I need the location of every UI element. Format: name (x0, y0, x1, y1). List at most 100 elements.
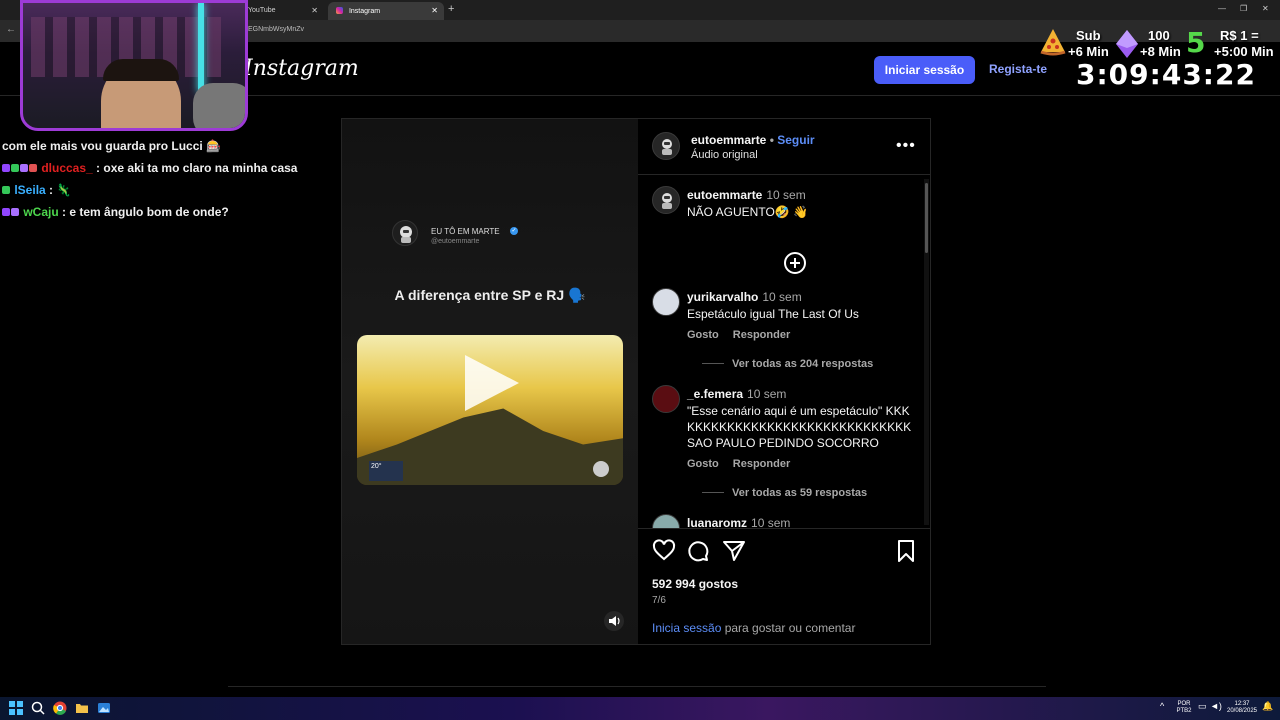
comment-time: 10 sem (747, 387, 787, 401)
badge-icon (2, 164, 10, 172)
eth-count: 100 (1148, 28, 1170, 43)
reply-button[interactable]: Responder (733, 458, 790, 470)
comment-header: eutoemmarte 10 sem (687, 188, 806, 202)
login-prompt-text: para gostar ou comentar (721, 621, 856, 635)
chrome-icon[interactable] (53, 701, 67, 715)
heart-icon[interactable] (652, 539, 676, 563)
comment-user[interactable]: luanaromz (687, 516, 747, 528)
view-replies-link[interactable]: Ver todas as 59 respostas (702, 487, 867, 499)
like-comment-button[interactable]: Gosto (687, 329, 719, 341)
avatar[interactable] (652, 132, 680, 160)
chat-text: 🦎 (56, 183, 72, 197)
comment-time: 10 sem (762, 290, 802, 304)
new-tab-button[interactable]: + (448, 3, 454, 15)
chat-user[interactable]: dluccas_ (41, 161, 92, 175)
view-replies-link[interactable]: Ver todas as 204 respostas (702, 358, 873, 370)
comment-user[interactable]: _e.femera (687, 387, 743, 401)
bookmark-icon[interactable] (894, 539, 918, 563)
avatar[interactable] (652, 186, 680, 214)
chat-user[interactable]: lSeila (14, 183, 45, 197)
badge-icon (11, 164, 19, 172)
chat-message: wCaju : e tem ângulo bom de onde? (2, 204, 332, 226)
maximize-icon[interactable]: ❐ (1240, 4, 1247, 13)
register-link[interactable]: Regista-te (989, 62, 1047, 76)
clock-time: 12:37 (1234, 701, 1250, 707)
photos-icon[interactable] (97, 701, 111, 715)
scrollbar-thumb[interactable] (925, 183, 928, 253)
badge-icon (2, 208, 10, 216)
login-link[interactable]: Inicia sessão (652, 621, 721, 635)
reply-button[interactable]: Responder (733, 329, 790, 341)
chat-message: dluccas_ : oxe aki ta mo claro na minha … (2, 160, 332, 182)
search-icon[interactable] (31, 701, 45, 715)
share-icon[interactable] (722, 539, 746, 563)
post-media[interactable]: EU TÔ EM MARTE ✓ @eutoemmarte A diferenç… (342, 119, 638, 644)
chat-user[interactable]: wCaju (23, 205, 58, 219)
money-time: +5:00 Min (1214, 44, 1274, 59)
globo-icon (593, 461, 609, 477)
comment-text: "Esse cenário aqui é um espetáculo" KKKK… (687, 404, 912, 450)
chat-text: e tem ângulo bom de onde? (69, 205, 229, 219)
clock-date: 20/08/2025 (1226, 708, 1258, 714)
clock[interactable]: 12:37 20/08/2025 (1224, 701, 1260, 715)
more-options-icon[interactable]: ••• (896, 137, 916, 155)
chat-separator: : (92, 161, 104, 175)
chevron-up-icon[interactable]: ^ (1160, 701, 1174, 715)
comment-time: 10 sem (751, 516, 791, 528)
instagram-logo[interactable]: Instagram (244, 56, 359, 81)
chat-message: lSeila : 🦎 (2, 182, 332, 204)
comment-user[interactable]: eutoemmarte (687, 188, 762, 202)
language-indicator[interactable]: POR PTB2 (1175, 701, 1193, 715)
video-player[interactable]: 20° (357, 335, 623, 485)
tab-instagram[interactable]: Instagram ✕ (328, 2, 444, 20)
tab-label: YouTube (248, 7, 276, 14)
screen: YouTube ✕ Instagram ✕ + — ❐ ✕ ← EGNmbWsy… (0, 0, 1280, 720)
plus-circle-icon[interactable] (784, 252, 806, 274)
tab-label: Instagram (348, 8, 381, 15)
subathon-timer: 3:09:43:22 (1076, 58, 1256, 91)
badge-icon (20, 164, 28, 172)
folder-icon[interactable] (75, 701, 89, 715)
avatar[interactable] (652, 385, 680, 413)
chat-text: oxe aki ta mo claro na minha casa (103, 161, 298, 175)
login-button[interactable]: Iniciar sessão (874, 56, 975, 84)
streamer-hair (103, 59, 179, 81)
weather-badge: 20° (369, 461, 403, 481)
comment-text: NÃO AGUENTO🤣 👋 (687, 205, 809, 219)
post-date: 7/6 (652, 595, 666, 606)
post-author[interactable]: eutoemmarte (691, 133, 766, 147)
avatar[interactable] (652, 288, 680, 316)
taskbar: ^ POR PTB2 ▭ ◄) 12:37 20/08/2025 🔔 (0, 697, 1280, 720)
comment-actions: Gosto Responder (687, 329, 804, 341)
post-sidebar: eutoemmarte • Seguir Áudio original ••• … (638, 119, 930, 644)
comment: yurikarvalho 10 sem Espetáculo igual The … (652, 288, 922, 376)
follow-button[interactable]: Seguir (777, 133, 814, 147)
footer-divider (228, 686, 1046, 687)
stream-chat: com ele mais vou guarda pro Lucci 🎰 dluc… (2, 138, 332, 226)
post-header: eutoemmarte • Seguir Áudio original ••• (638, 119, 930, 175)
eth-time: +8 Min (1140, 44, 1181, 59)
close-icon[interactable]: ✕ (311, 6, 318, 15)
avatar[interactable] (652, 514, 680, 528)
comment-icon[interactable] (686, 539, 710, 563)
like-comment-button[interactable]: Gosto (687, 458, 719, 470)
tab-youtube[interactable]: YouTube ✕ (240, 2, 324, 20)
notification-icon[interactable]: 🔔 (1262, 701, 1276, 715)
url-text[interactable]: EGNmbWsyMnZv (248, 26, 304, 33)
comment-header: _e.femera 10 sem (687, 387, 786, 401)
like-count[interactable]: 592 994 gostos (652, 577, 738, 591)
comment-text: Espetáculo igual The Last Of Us (687, 307, 859, 321)
close-icon[interactable]: ✕ (431, 6, 438, 15)
play-icon[interactable] (465, 355, 519, 411)
minimize-icon[interactable]: — (1218, 4, 1226, 13)
audio-link[interactable]: Áudio original (691, 149, 758, 161)
badge-icon (2, 186, 10, 194)
windows-start-icon[interactable] (9, 701, 23, 715)
comment: luanaromz 10 sem (652, 514, 922, 528)
volume-icon[interactable]: ◄) (1210, 701, 1224, 715)
speaker-icon[interactable] (604, 611, 624, 631)
comment-header: yurikarvalho 10 sem (687, 290, 802, 304)
close-window-icon[interactable]: ✕ (1262, 4, 1269, 13)
comment-user[interactable]: yurikarvalho (687, 290, 758, 304)
back-icon[interactable]: ← (6, 24, 16, 35)
